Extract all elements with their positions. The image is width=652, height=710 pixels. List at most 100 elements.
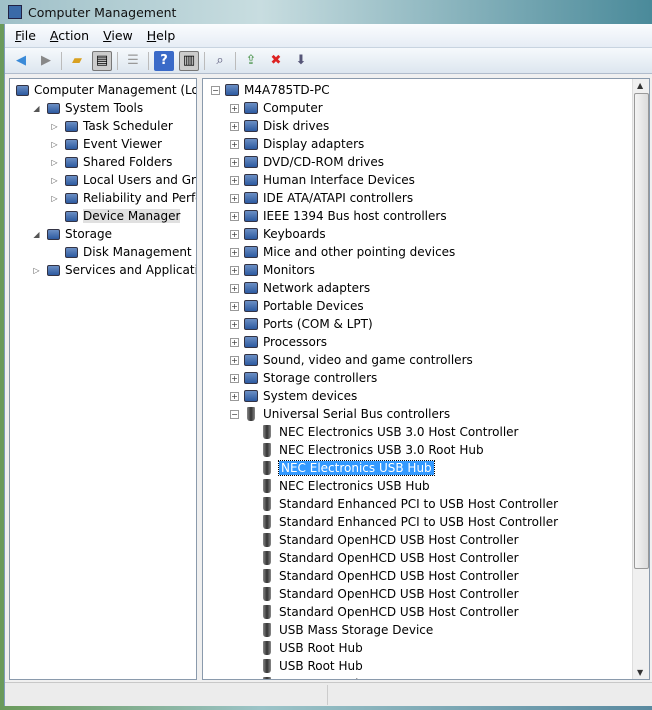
show-hide-console-tree-icon[interactable]: ▤ (92, 50, 112, 71)
usb-device[interactable]: Standard Enhanced PCI to USB Host Contro… (203, 495, 649, 513)
expand-icon[interactable]: + (230, 373, 239, 383)
update-driver-icon[interactable]: ⇪ (241, 51, 261, 71)
expander-icon[interactable]: ▷ (50, 122, 59, 131)
show-action-pane-icon[interactable]: ▥ (179, 50, 199, 71)
expander-icon[interactable]: ▷ (50, 140, 59, 149)
console-tree-item[interactable]: ▷ Shared Folders (10, 153, 196, 171)
expand-icon[interactable]: + (230, 337, 239, 347)
menu-file[interactable]: File (15, 28, 36, 43)
usb-device[interactable]: NEC Electronics USB 3.0 Host Controller (203, 423, 649, 441)
properties-icon[interactable]: ☰ (123, 51, 143, 71)
expand-icon[interactable]: + (230, 175, 239, 185)
device-category[interactable]: + Storage controllers (203, 369, 649, 387)
device-category[interactable]: + IDE ATA/ATAPI controllers (203, 189, 649, 207)
device-category[interactable]: + Processors (203, 333, 649, 351)
back-icon[interactable]: ◀ (11, 51, 31, 71)
usb-device[interactable]: Standard OpenHCD USB Host Controller (203, 531, 649, 549)
console-tree-item[interactable]: ◢ System Tools (10, 99, 196, 117)
expand-icon[interactable]: + (230, 121, 239, 131)
usb-device[interactable]: USB Root Hub (203, 675, 649, 679)
expander-icon[interactable]: ▷ (32, 266, 41, 275)
expander-icon[interactable]: ◢ (32, 104, 41, 113)
usb-device[interactable]: Standard OpenHCD USB Host Controller (203, 585, 649, 603)
console-tree-item[interactable]: Disk Management (10, 243, 196, 261)
usb-device[interactable]: USB Root Hub (203, 657, 649, 675)
device-category[interactable]: + Computer (203, 99, 649, 117)
usb-device[interactable]: NEC Electronics USB 3.0 Root Hub (203, 441, 649, 459)
console-tree-item[interactable]: Device Manager (10, 207, 196, 225)
scrollbar-thumb[interactable] (634, 93, 649, 569)
collapse-icon[interactable]: − (211, 85, 220, 95)
device-category[interactable]: + Portable Devices (203, 297, 649, 315)
scroll-up-icon[interactable]: ▲ (637, 81, 643, 90)
device-category[interactable]: + System devices (203, 387, 649, 405)
console-tree-item[interactable]: ▷ Event Viewer (10, 135, 196, 153)
console-tree-item[interactable]: ▷ Local Users and Groups (10, 171, 196, 189)
usb-device[interactable]: Standard OpenHCD USB Host Controller (203, 567, 649, 585)
expander-icon[interactable]: ▷ (50, 158, 59, 167)
device-category-icon (243, 227, 259, 241)
device-category[interactable]: + Network adapters (203, 279, 649, 297)
device-category[interactable]: + Mice and other pointing devices (203, 243, 649, 261)
expander-icon[interactable]: ▷ (50, 176, 59, 185)
scroll-down-icon[interactable]: ▼ (637, 668, 643, 677)
usb-device[interactable]: Standard OpenHCD USB Host Controller (203, 549, 649, 567)
expand-icon[interactable]: + (230, 265, 239, 275)
computer-icon (14, 83, 30, 97)
menu-help[interactable]: Help (147, 28, 176, 43)
expander-icon[interactable]: ▷ (50, 194, 59, 203)
category-label: DVD/CD-ROM drives (263, 155, 385, 169)
expand-icon[interactable]: + (230, 211, 239, 221)
expand-icon[interactable]: + (230, 229, 239, 239)
expand-icon[interactable]: + (230, 283, 239, 293)
vertical-scrollbar[interactable]: ▲ ▼ (632, 79, 649, 679)
category-label: Display adapters (263, 137, 365, 151)
console-tree-item[interactable]: ▷ Services and Applications (10, 261, 196, 279)
menu-action[interactable]: Action (50, 28, 89, 43)
expand-icon[interactable]: + (230, 355, 239, 365)
scan-hardware-icon[interactable]: ⌕ (210, 51, 230, 71)
device-category[interactable]: + Monitors (203, 261, 649, 279)
console-tree-item[interactable]: ▷ Reliability and Performa (10, 189, 196, 207)
device-category[interactable]: + Ports (COM & LPT) (203, 315, 649, 333)
usb-device[interactable]: NEC Electronics USB Hub (203, 459, 649, 477)
disable-device-icon[interactable]: ⬇ (291, 51, 311, 71)
device-category[interactable]: + Sound, video and game controllers (203, 351, 649, 369)
device-category[interactable]: + Human Interface Devices (203, 171, 649, 189)
menu-view[interactable]: View (103, 28, 133, 43)
root-label: M4A785TD-PC (244, 83, 330, 97)
forward-icon[interactable]: ▶ (36, 51, 56, 71)
category-label: Storage controllers (263, 371, 378, 385)
expand-icon[interactable]: + (230, 103, 239, 113)
device-category[interactable]: + Display adapters (203, 135, 649, 153)
console-tree-item[interactable]: ▷ Task Scheduler (10, 117, 196, 135)
usb-device[interactable]: Standard OpenHCD USB Host Controller (203, 603, 649, 621)
expand-icon[interactable]: + (230, 193, 239, 203)
usb-device[interactable]: Standard Enhanced PCI to USB Host Contro… (203, 513, 649, 531)
usb-device[interactable]: NEC Electronics USB Hub (203, 477, 649, 495)
expand-icon[interactable]: + (230, 157, 239, 167)
device-label: Standard OpenHCD USB Host Controller (279, 569, 519, 583)
usb-device-icon (263, 533, 271, 547)
expand-icon[interactable]: + (230, 301, 239, 311)
device-category[interactable]: + Keyboards (203, 225, 649, 243)
uninstall-icon[interactable]: ✖ (266, 51, 286, 71)
expand-icon[interactable]: + (230, 139, 239, 149)
console-tree-item[interactable]: ◢ Storage (10, 225, 196, 243)
expand-icon[interactable]: + (230, 391, 239, 401)
usb-device[interactable]: USB Mass Storage Device (203, 621, 649, 639)
device-category[interactable]: + IEEE 1394 Bus host controllers (203, 207, 649, 225)
expand-icon[interactable]: + (230, 319, 239, 329)
collapse-icon[interactable]: − (230, 409, 239, 419)
up-folder-icon[interactable]: ▰ (67, 51, 87, 71)
device-tree-root[interactable]: − M4A785TD-PC (203, 81, 649, 99)
device-category-icon (243, 335, 259, 349)
device-category[interactable]: + DVD/CD-ROM drives (203, 153, 649, 171)
expand-icon[interactable]: + (230, 247, 239, 257)
console-tree-item[interactable]: Computer Management (Local (10, 81, 196, 99)
help-icon[interactable]: ? (154, 50, 174, 71)
device-category-usb[interactable]: − Universal Serial Bus controllers (203, 405, 649, 423)
usb-device[interactable]: USB Root Hub (203, 639, 649, 657)
expander-icon[interactable]: ◢ (32, 230, 41, 239)
device-category[interactable]: + Disk drives (203, 117, 649, 135)
